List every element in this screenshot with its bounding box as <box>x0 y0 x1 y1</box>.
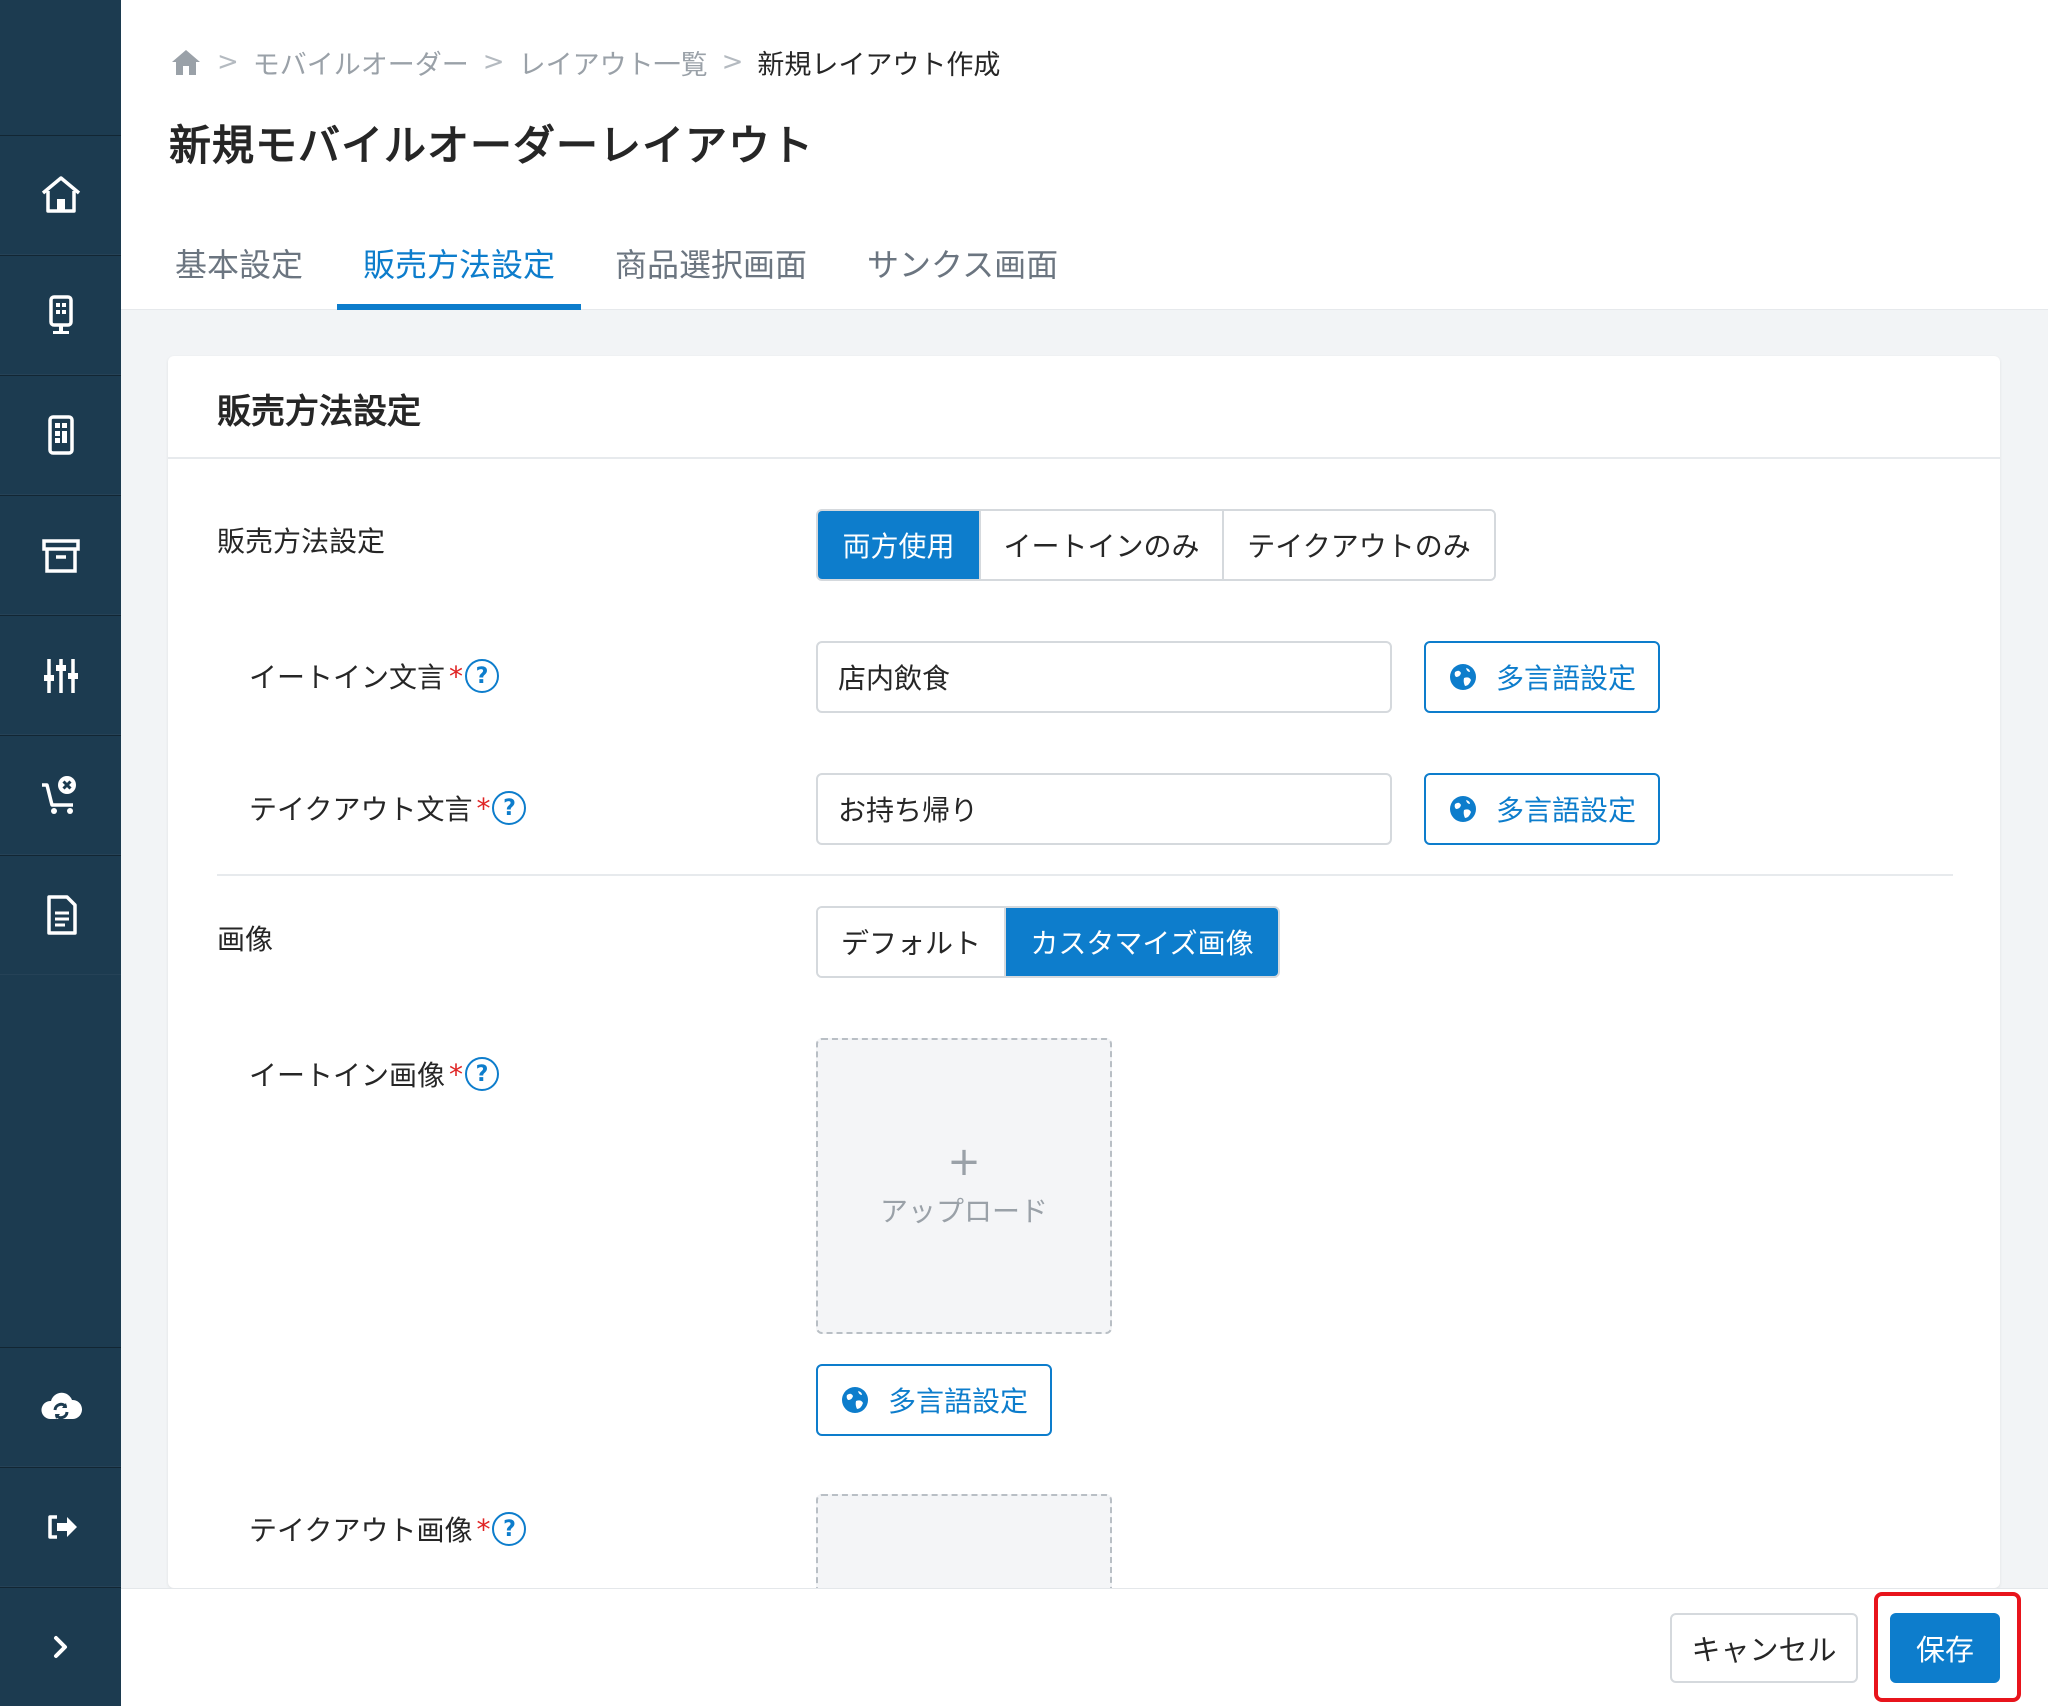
tab-bar: 基本設定 販売方法設定 商品選択画面 サンクス画面 <box>149 226 1092 311</box>
eatin-text-label-row: イートイン文言 * ? <box>249 656 500 696</box>
sidebar-item-settings[interactable] <box>0 615 121 735</box>
takeout-text-label: テイクアウト文言 <box>249 793 473 826</box>
sales-method-label: 販売方法設定 <box>217 525 386 558</box>
takeout-text-input[interactable]: お持ち帰り <box>816 773 1392 845</box>
page-title: 新規モバイルオーダーレイアウト <box>169 121 815 170</box>
takeout-text-label-row: テイクアウト文言 * ? <box>249 788 527 828</box>
sidebar-item-cart[interactable] <box>0 735 121 855</box>
required-mark: * <box>476 791 491 825</box>
image-label: 画像 <box>217 923 274 956</box>
eatin-image-multilang-button[interactable]: 多言語設定 <box>816 1364 1052 1436</box>
card-title: 販売方法設定 <box>217 392 421 432</box>
document-icon <box>46 895 77 935</box>
footer-action-bar: キャンセル 保存 <box>121 1588 2048 1706</box>
tab-thanks-screen[interactable]: サンクス画面 <box>841 226 1084 310</box>
breadcrumb-item-mobile-order[interactable]: モバイルオーダー <box>253 43 469 82</box>
image-type-segmented-control: デフォルト カスタマイズ画像 <box>816 906 1280 978</box>
breadcrumb-current: 新規レイアウト作成 <box>757 49 1001 81</box>
takeout-image-label-row: テイクアウト画像 * ? <box>249 1509 527 1549</box>
card-divider <box>168 457 2000 459</box>
cart-cancel-icon <box>41 776 76 814</box>
takeout-image-upload[interactable] <box>816 1494 1112 1588</box>
globe-icon <box>1449 796 1476 822</box>
breadcrumb-separator: > <box>721 47 744 77</box>
home-icon <box>41 176 80 213</box>
kiosk-icon <box>48 295 73 334</box>
page-header: > モバイルオーダー > レイアウト一覧 > 新規レイアウト作成 新規モバイルオ… <box>121 0 2048 311</box>
chevron-right-icon <box>53 1636 67 1658</box>
sidebar-item-kiosk[interactable] <box>0 255 121 375</box>
sidebar-item-mobile-layout[interactable] <box>0 375 121 495</box>
eatin-image-label-row: イートイン画像 * ? <box>249 1054 500 1094</box>
required-mark: * <box>449 1057 464 1091</box>
sales-method-option-both[interactable]: 両方使用 <box>818 511 981 579</box>
breadcrumb-separator: > <box>217 47 239 77</box>
eatin-multilang-button[interactable]: 多言語設定 <box>1424 641 1660 713</box>
plus-icon: + <box>947 1139 981 1185</box>
tab-basic-settings[interactable]: 基本設定 <box>149 226 329 310</box>
required-mark: * <box>476 1512 491 1546</box>
eatin-image-upload[interactable]: + アップロード <box>816 1038 1112 1334</box>
sidebar <box>0 0 121 1706</box>
eatin-text-label: イートイン文言 <box>249 661 446 694</box>
globe-icon <box>1449 664 1476 690</box>
breadcrumb-separator: > <box>482 47 505 77</box>
sidebar-item-home[interactable] <box>0 135 121 255</box>
sidebar-item-document[interactable] <box>0 855 121 975</box>
sales-method-card: 販売方法設定 販売方法設定 両方使用 イートインのみ テイクアウトのみ イートイ… <box>168 356 2000 1588</box>
logout-icon <box>47 1515 77 1539</box>
tab-product-selection-screen[interactable]: 商品選択画面 <box>589 226 833 310</box>
eatin-text-input[interactable]: 店内飲食 <box>816 641 1392 713</box>
section-divider <box>217 874 1953 876</box>
help-icon[interactable]: ? <box>492 1512 527 1546</box>
help-icon[interactable]: ? <box>492 791 527 825</box>
sidebar-item-logout[interactable] <box>0 1467 121 1587</box>
required-mark: * <box>449 659 464 693</box>
sidebar-item-archive[interactable] <box>0 495 121 615</box>
globe-icon <box>841 1387 868 1413</box>
sales-method-option-eatin-only[interactable]: イートインのみ <box>981 511 1224 579</box>
archive-box-icon <box>41 539 80 573</box>
cloud-sync-icon <box>40 1392 82 1420</box>
breadcrumb-item-layout-list[interactable]: レイアウト一覧 <box>519 43 708 82</box>
mobile-layout-icon <box>47 415 74 455</box>
sliders-icon <box>43 659 78 693</box>
save-button[interactable]: 保存 <box>1890 1613 2000 1683</box>
sidebar-item-cloud-sync[interactable] <box>0 1347 121 1467</box>
help-icon[interactable]: ? <box>465 659 500 693</box>
breadcrumb-home-icon[interactable] <box>169 45 203 79</box>
eatin-image-label: イートイン画像 <box>249 1059 446 1092</box>
multilang-button-label: 多言語設定 <box>887 1385 1028 1418</box>
image-option-default[interactable]: デフォルト <box>818 908 1006 976</box>
breadcrumb: > モバイルオーダー > レイアウト一覧 > 新規レイアウト作成 <box>169 40 1000 84</box>
sales-method-option-takeout-only[interactable]: テイクアウトのみ <box>1224 511 1494 579</box>
sales-method-segmented-control: 両方使用 イートインのみ テイクアウトのみ <box>816 509 1496 581</box>
multilang-button-label: 多言語設定 <box>1495 662 1636 695</box>
tab-sales-method-settings[interactable]: 販売方法設定 <box>337 226 582 311</box>
takeout-multilang-button[interactable]: 多言語設定 <box>1424 773 1660 845</box>
cancel-button[interactable]: キャンセル <box>1670 1613 1858 1683</box>
takeout-image-label: テイクアウト画像 <box>249 1514 473 1547</box>
upload-label: アップロード <box>879 1195 1048 1228</box>
image-option-custom[interactable]: カスタマイズ画像 <box>1006 908 1278 976</box>
help-icon[interactable]: ? <box>465 1057 500 1091</box>
multilang-button-label: 多言語設定 <box>1495 794 1636 827</box>
sidebar-expand-toggle[interactable] <box>0 1587 121 1706</box>
